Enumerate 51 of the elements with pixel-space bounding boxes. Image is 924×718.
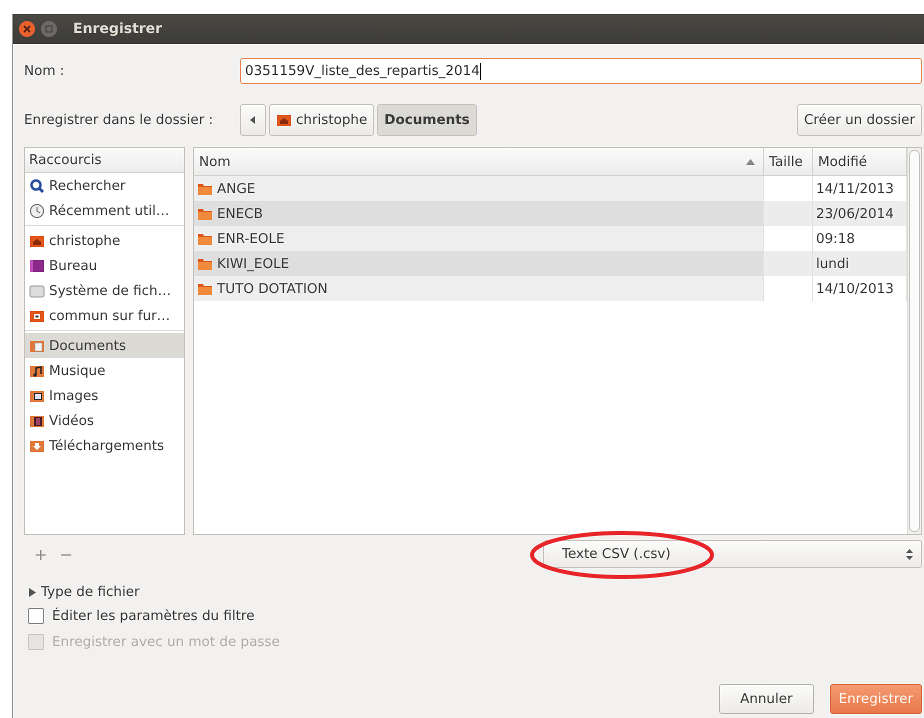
cancel-button[interactable]: Annuler [719,684,814,714]
file-name-cell[interactable]: ANGE [194,176,764,201]
column-header[interactable]: Nom [194,148,764,175]
size-cell [764,251,813,276]
left-arrow-icon [250,116,256,124]
folder-label: Enregistrer dans le dossier : [24,112,214,128]
file-name-cell[interactable]: KIWI_EOLE [194,251,764,276]
modified-cell: lundi [813,251,907,276]
sidebar-item[interactable]: Vidéos [25,408,184,433]
square-icon [45,25,53,33]
sidebar-item[interactable]: Images [25,383,184,408]
close-button[interactable] [19,21,35,37]
desktop-icon [29,258,45,274]
create-folder-button[interactable]: Créer un dossier [796,104,922,136]
file-name-cell[interactable]: TUTO DOTATION [194,276,764,301]
path-button[interactable]: Documents [377,104,477,136]
sidebar-item[interactable]: Système de fich… [25,278,184,303]
expander-icon [28,588,36,596]
drive-icon [29,282,45,298]
file-type-dropdown[interactable]: Texte CSV (.csv) [543,540,922,568]
sidebar-header: Raccourcis [25,148,184,173]
path-button[interactable]: christophe [269,104,374,136]
sidebar-item[interactable]: Rechercher [25,173,184,198]
window-title: Enregistrer [73,21,162,37]
scrollbar[interactable] [909,150,920,532]
size-cell [764,201,813,226]
name-label: Nom : [24,63,66,79]
sidebar-item[interactable]: Musique [25,358,184,383]
checkbox[interactable] [28,608,44,624]
home-folder-icon [276,112,292,128]
sidebar-item[interactable]: Documents [25,333,184,358]
modified-cell: 23/06/2014 [813,201,907,226]
updown-icon [906,548,913,560]
column-header[interactable]: Taille [764,148,813,175]
sidebar-item[interactable]: Téléchargements [25,433,184,458]
search-icon [29,178,45,194]
file-name-cell[interactable]: ENECB [194,201,764,226]
sidebar-item[interactable]: christophe [25,228,184,253]
checkbox-label: Enregistrer avec un mot de passe [52,634,280,650]
filename-field[interactable]: 0351159V_liste_des_repartis_2014 [240,58,922,84]
maximize-button[interactable] [41,21,57,37]
sort-icon [746,158,755,164]
path-back-button[interactable] [240,104,266,136]
sidebar-item[interactable]: Bureau [25,253,184,278]
checkbox-label: Éditer les paramètres du filtre [52,608,254,624]
file-type-expander[interactable]: Type de fichier [13,581,924,603]
sidebar-item[interactable]: commun sur fur… [25,303,184,328]
sidebar-item[interactable]: Récemment util… [25,198,184,223]
clock-icon [29,202,45,218]
close-icon [23,25,31,33]
file-name-cell[interactable]: ENR-EOLE [194,226,764,251]
